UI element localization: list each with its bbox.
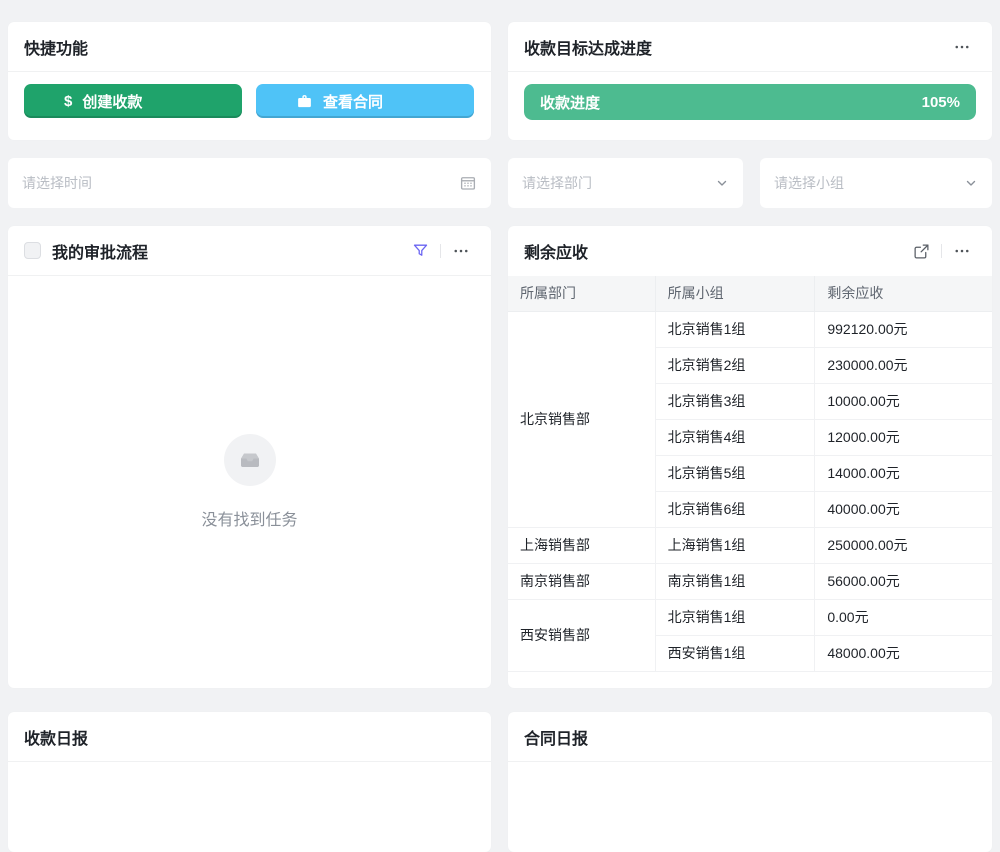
empty-state: 没有找到任务	[8, 276, 491, 687]
briefcase-icon	[296, 93, 313, 110]
filter-icon[interactable]	[406, 239, 434, 263]
empty-inbox-icon	[224, 434, 276, 486]
card-title: 剩余应收	[524, 239, 588, 263]
time-picker-input[interactable]	[22, 175, 459, 191]
table-header-row: 所属部门 所属小组 剩余应收	[508, 276, 992, 311]
group-cell: 西安销售1组	[655, 635, 815, 671]
table-row: 北京销售部北京销售1组992120.00元	[508, 311, 992, 347]
divider	[440, 244, 441, 258]
receivable-card: 剩余应收 所属部门 所属小组	[508, 226, 992, 688]
payment-daily-card: 收款日报	[8, 712, 491, 852]
approval-checkbox[interactable]	[24, 242, 41, 259]
remaining-value-cell: 10000.00元	[815, 383, 992, 419]
view-contract-button[interactable]: 查看合同	[256, 84, 474, 118]
remaining-value-cell: 48000.00元	[815, 635, 992, 671]
create-payment-button[interactable]: $ 创建收款	[24, 84, 242, 118]
group-cell: 上海销售1组	[655, 527, 815, 563]
receivable-table-body: 北京销售部北京销售1组992120.00元北京销售2组230000.00元北京销…	[508, 311, 992, 671]
remaining-value-cell: 56000.00元	[815, 563, 992, 599]
dollar-icon: $	[64, 93, 72, 110]
department-cell: 西安销售部	[508, 599, 655, 671]
group-cell: 北京销售6组	[655, 491, 815, 527]
progress-bar: 收款进度 105%	[524, 84, 976, 120]
quick-actions-header: 快捷功能	[8, 22, 491, 72]
view-contract-label: 查看合同	[323, 91, 383, 112]
department-cell: 南京销售部	[508, 563, 655, 599]
remaining-value-cell: 40000.00元	[815, 491, 992, 527]
col-header-department: 所属部门	[508, 276, 655, 311]
group-select-placeholder: 请选择小组	[774, 173, 964, 193]
progress-track: 收款进度 105%	[524, 84, 976, 120]
remaining-value-cell: 0.00元	[815, 599, 992, 635]
empty-state-text: 没有找到任务	[201, 506, 297, 530]
department-cell: 北京销售部	[508, 311, 655, 527]
external-link-icon[interactable]	[907, 239, 935, 263]
card-title: 快捷功能	[24, 35, 88, 59]
department-cell: 上海销售部	[508, 527, 655, 563]
remaining-value-cell: 12000.00元	[815, 419, 992, 455]
group-select[interactable]: 请选择小组	[760, 158, 992, 208]
group-cell: 北京销售4组	[655, 419, 815, 455]
remaining-value-cell: 230000.00元	[815, 347, 992, 383]
receivable-card-header: 剩余应收	[508, 226, 992, 276]
card-title: 收款目标达成进度	[524, 35, 652, 59]
quick-actions-card: 快捷功能 $ 创建收款 查看合同	[8, 22, 491, 140]
progress-card: 收款目标达成进度 收款进度 105%	[508, 22, 992, 140]
progress-card-header: 收款目标达成进度	[508, 22, 992, 72]
calendar-icon	[459, 174, 477, 192]
chevron-down-icon	[715, 176, 729, 190]
table-row: 西安销售部北京销售1组0.00元	[508, 599, 992, 635]
group-cell: 北京销售2组	[655, 347, 815, 383]
chevron-down-icon	[964, 176, 978, 190]
more-icon[interactable]	[948, 35, 976, 59]
progress-bar-wrap: 收款进度 105%	[508, 72, 992, 132]
col-header-remaining: 剩余应收	[815, 276, 992, 311]
approval-card: 我的审批流程 没有找到任务	[8, 226, 491, 688]
group-cell: 北京销售5组	[655, 455, 815, 491]
create-payment-label: 创建收款	[82, 91, 142, 112]
progress-bar-value: 105%	[922, 94, 960, 111]
group-cell: 南京销售1组	[655, 563, 815, 599]
receivable-table: 所属部门 所属小组 剩余应收 北京销售部北京销售1组992120.00元北京销售…	[508, 276, 992, 672]
card-title: 我的审批流程	[52, 239, 148, 263]
quick-actions-body: $ 创建收款 查看合同	[8, 72, 491, 130]
card-title: 收款日报	[24, 725, 88, 749]
col-header-group: 所属小组	[655, 276, 815, 311]
progress-bar-label: 收款进度	[540, 92, 600, 113]
contract-daily-card: 合同日报	[508, 712, 992, 852]
more-icon[interactable]	[447, 239, 475, 263]
dashboard: 快捷功能 $ 创建收款 查看合同 收款目标达成进度	[0, 0, 1000, 800]
group-cell: 北京销售3组	[655, 383, 815, 419]
divider	[941, 244, 942, 258]
table-row: 上海销售部上海销售1组250000.00元	[508, 527, 992, 563]
department-select[interactable]: 请选择部门	[508, 158, 743, 208]
card-title: 合同日报	[524, 725, 588, 749]
approval-card-header: 我的审批流程	[8, 226, 491, 276]
payment-daily-header: 收款日报	[8, 712, 491, 762]
remaining-value-cell: 992120.00元	[815, 311, 992, 347]
time-picker[interactable]	[8, 158, 491, 208]
remaining-value-cell: 250000.00元	[815, 527, 992, 563]
group-cell: 北京销售1组	[655, 311, 815, 347]
remaining-value-cell: 14000.00元	[815, 455, 992, 491]
more-icon[interactable]	[948, 239, 976, 263]
contract-daily-header: 合同日报	[508, 712, 992, 762]
group-cell: 北京销售1组	[655, 599, 815, 635]
table-row: 南京销售部南京销售1组56000.00元	[508, 563, 992, 599]
department-select-placeholder: 请选择部门	[522, 173, 715, 193]
